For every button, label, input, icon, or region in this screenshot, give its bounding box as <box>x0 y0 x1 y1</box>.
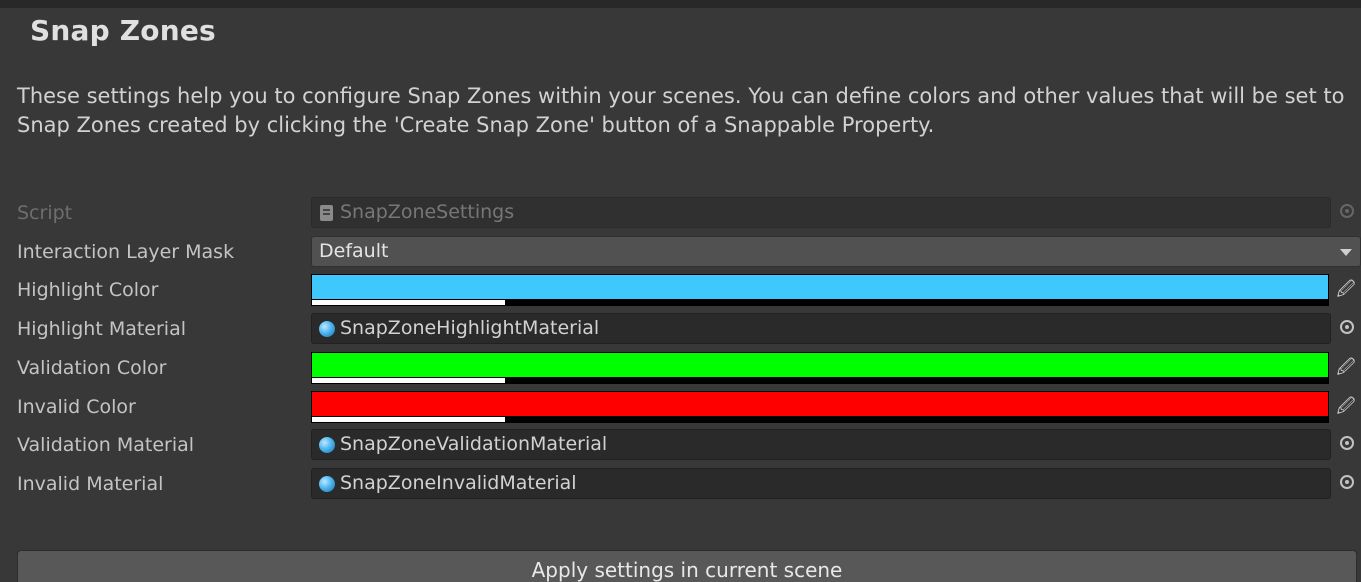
script-row: Script SnapZoneSettings <box>0 195 1361 231</box>
apply-settings-button[interactable]: Apply settings in current scene <box>17 550 1357 582</box>
object-picker-icon[interactable] <box>1340 436 1354 450</box>
script-file-icon <box>320 205 333 221</box>
panel-title: Snap Zones <box>30 14 216 47</box>
validation-color-label: Validation Color <box>17 357 167 379</box>
material-icon <box>319 476 335 492</box>
eyedropper-icon[interactable]: 🖉 <box>1334 278 1358 302</box>
script-value: SnapZoneSettings <box>340 201 515 223</box>
script-field: SnapZoneSettings <box>311 197 1331 228</box>
validation-material-field[interactable]: SnapZoneValidationMaterial <box>311 429 1331 460</box>
invalid-color-label: Invalid Color <box>17 396 136 418</box>
validation-color-row: Validation Color 🖉 <box>0 350 1361 386</box>
highlight-color-swatch[interactable] <box>311 274 1329 306</box>
invalid-color-alpha-bar <box>312 417 506 422</box>
invalid-color-row: Invalid Color 🖉 <box>0 389 1361 425</box>
highlight-color-row: Highlight Color 🖉 <box>0 272 1361 308</box>
validation-color-swatch[interactable] <box>311 352 1329 384</box>
object-picker-icon <box>1340 204 1354 218</box>
dropdown-arrow-icon <box>1340 249 1352 256</box>
invalid-material-value: SnapZoneInvalidMaterial <box>340 472 577 494</box>
interaction-layer-mask-row: Interaction Layer Mask Default <box>0 234 1361 270</box>
script-label: Script <box>17 202 73 224</box>
invalid-color-swatch[interactable] <box>311 391 1329 423</box>
object-picker-icon[interactable] <box>1340 475 1354 489</box>
material-icon <box>319 321 335 337</box>
validation-color-alpha-bar <box>312 378 506 383</box>
validation-material-value: SnapZoneValidationMaterial <box>340 433 608 455</box>
top-toolbar-strip <box>0 0 1361 8</box>
highlight-color-alpha-bar <box>312 300 506 305</box>
highlight-material-field[interactable]: SnapZoneHighlightMaterial <box>311 313 1331 344</box>
highlight-color-label: Highlight Color <box>17 279 159 301</box>
highlight-color-fill <box>312 275 1328 299</box>
eyedropper-icon[interactable]: 🖉 <box>1334 356 1358 380</box>
panel-description: These settings help you to configure Sna… <box>17 84 1345 137</box>
interaction-layer-mask-value: Default <box>319 240 389 262</box>
invalid-material-field[interactable]: SnapZoneInvalidMaterial <box>311 468 1331 499</box>
interaction-layer-mask-dropdown[interactable]: Default <box>311 236 1361 267</box>
validation-material-row: Validation Material SnapZoneValidationMa… <box>0 427 1361 463</box>
eyedropper-icon[interactable]: 🖉 <box>1334 395 1358 419</box>
invalid-material-row: Invalid Material SnapZoneInvalidMaterial <box>0 466 1361 502</box>
highlight-material-row: Highlight Material SnapZoneHighlightMate… <box>0 311 1361 347</box>
invalid-color-fill <box>312 392 1328 416</box>
interaction-layer-mask-label: Interaction Layer Mask <box>17 241 235 263</box>
highlight-material-label: Highlight Material <box>17 318 187 340</box>
snap-zone-settings-panel: Snap Zones These settings help you to co… <box>0 0 1361 582</box>
material-icon <box>319 437 335 453</box>
object-picker-icon[interactable] <box>1340 320 1354 334</box>
validation-material-label: Validation Material <box>17 434 195 456</box>
highlight-material-value: SnapZoneHighlightMaterial <box>340 317 600 339</box>
invalid-material-label: Invalid Material <box>17 473 164 495</box>
validation-color-fill <box>312 353 1328 377</box>
